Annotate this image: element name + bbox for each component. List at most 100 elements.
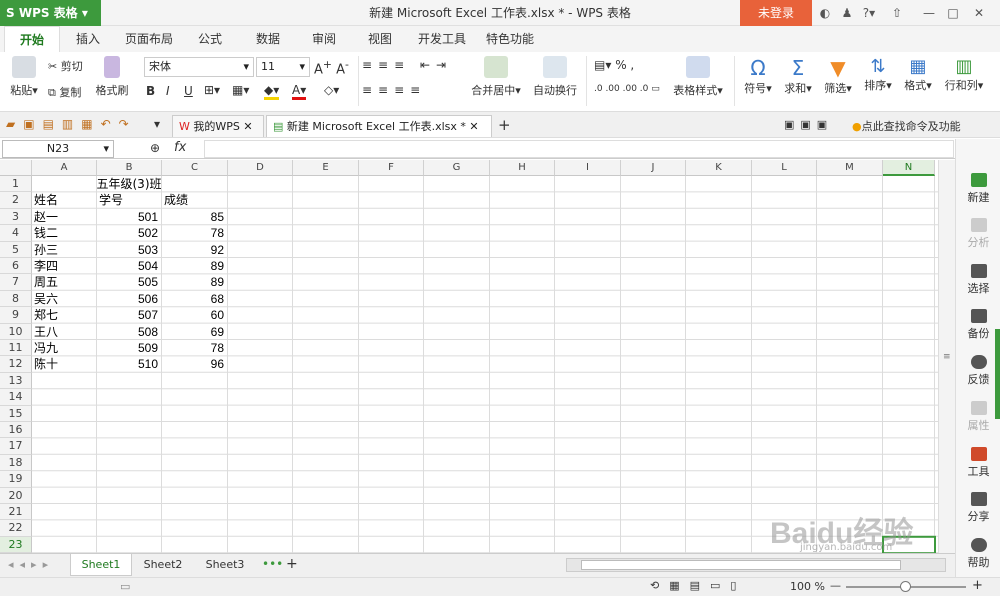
col-header-F[interactable]: F <box>359 160 424 176</box>
panel-analyze[interactable]: 分析 <box>956 218 1000 250</box>
zoom-in-button[interactable]: + <box>972 578 983 593</box>
cell-header-1[interactable]: 姓名 <box>34 192 96 208</box>
panel-share[interactable]: 分享 <box>956 492 1000 524</box>
table-cell[interactable]: 吴六 <box>34 291 96 307</box>
merge-center-button[interactable]: 合并居中▾ <box>466 56 526 98</box>
sheet-tab-1[interactable]: Sheet1 <box>70 554 132 576</box>
format-button[interactable]: ▦ 格式▾ <box>900 56 936 93</box>
bold-button[interactable]: B <box>146 84 155 98</box>
more-chevron-icon[interactable]: ▾ <box>154 117 160 131</box>
col-header-L[interactable]: L <box>752 160 817 176</box>
fill-color-icon[interactable]: ◆▾ <box>264 83 280 100</box>
table-cell[interactable]: 69 <box>164 324 227 340</box>
row-header-6[interactable]: 6 <box>0 258 32 275</box>
number-format-icon[interactable]: ▤▾ % , <box>594 58 634 72</box>
spreadsheet-grid[interactable]: ABCDEFGHIJKLMN 1 2 3 4 5 6 7 8 9 10 11 12 13 14 15 16 17… <box>0 160 938 553</box>
vertical-scrollbar[interactable]: ≡ <box>938 160 955 553</box>
col-header-B[interactable]: B <box>97 160 162 176</box>
clear-icon[interactable]: ◇▾ <box>324 83 339 97</box>
table-cell[interactable]: 92 <box>164 242 227 258</box>
table-cell[interactable]: 507 <box>99 307 161 323</box>
table-cell[interactable]: 508 <box>99 324 161 340</box>
col-header-A[interactable]: A <box>32 160 97 176</box>
table-cell[interactable]: 陈十 <box>34 356 96 372</box>
filter-button[interactable]: ▼ 筛选▾ <box>820 56 856 96</box>
tab-home[interactable]: 开始 <box>4 26 60 52</box>
table-cell[interactable]: 89 <box>164 274 227 290</box>
tab-data[interactable]: 数据 <box>248 26 288 52</box>
quick-access-icons[interactable]: ▰▣▤▥▦↶↷ <box>6 117 137 131</box>
macro-icon[interactable]: ▭ <box>120 580 130 593</box>
table-cell[interactable]: 钱二 <box>34 225 96 241</box>
table-cell[interactable]: 504 <box>99 258 161 274</box>
row-header-20[interactable]: 20 <box>0 487 32 504</box>
table-cell[interactable]: 周五 <box>34 274 96 290</box>
table-cell[interactable]: 60 <box>164 307 227 323</box>
table-cell[interactable]: 王八 <box>34 324 96 340</box>
paste-button[interactable]: 粘贴▾ <box>6 56 42 98</box>
row-header-23[interactable]: 23 <box>0 536 32 553</box>
col-header-D[interactable]: D <box>228 160 293 176</box>
tab-view[interactable]: 视图 <box>360 26 400 52</box>
panel-backup[interactable]: 备份 <box>956 309 1000 341</box>
horizontal-scroll-thumb[interactable] <box>581 560 901 570</box>
row-header-4[interactable]: 4 <box>0 225 32 242</box>
skin-icon[interactable]: ◐ <box>814 3 836 23</box>
table-cell[interactable]: 510 <box>99 356 161 372</box>
symbol-button[interactable]: Ω 符号▾ <box>740 56 776 96</box>
col-header-C[interactable]: C <box>162 160 228 176</box>
tab-page-layout[interactable]: 页面布局 <box>118 26 180 52</box>
row-header-18[interactable]: 18 <box>0 454 32 472</box>
row-header-9[interactable]: 9 <box>0 307 32 324</box>
find-command[interactable]: ●点此查找命令及功能 <box>852 118 961 134</box>
doc-tab-workbook[interactable]: ▤ 新建 Microsoft Excel 工作表.xlsx * ✕ <box>266 115 492 137</box>
sheet-tab-2[interactable]: Sheet2 <box>134 554 192 576</box>
row-header-16[interactable]: 16 <box>0 422 32 439</box>
col-header-J[interactable]: J <box>621 160 686 176</box>
table-cell[interactable]: 李四 <box>34 258 96 274</box>
tab-features[interactable]: 特色功能 <box>480 26 540 52</box>
panel-properties[interactable]: 属性 <box>956 401 1000 433</box>
decimal-icons[interactable]: .0 .00 .00 .0 ▭ <box>594 84 660 94</box>
fill-pattern-icon[interactable]: ▦▾ <box>232 83 249 97</box>
col-header-M[interactable]: M <box>817 160 883 176</box>
row-header-21[interactable]: 21 <box>0 504 32 521</box>
select-all-corner[interactable] <box>0 160 32 176</box>
indent-icons[interactable]: ⇤⇥ <box>420 58 452 72</box>
row-header-8[interactable]: 8 <box>0 290 32 308</box>
formula-input[interactable] <box>204 140 954 158</box>
row-header-14[interactable]: 14 <box>0 389 32 406</box>
tab-review[interactable]: 审阅 <box>304 26 344 52</box>
copy-button[interactable]: ⧉ 复制 <box>48 84 81 100</box>
row-header-22[interactable]: 22 <box>0 520 32 537</box>
row-header-17[interactable]: 17 <box>0 438 32 455</box>
col-header-I[interactable]: I <box>555 160 621 176</box>
more-sheets-icon[interactable]: ••• <box>262 557 283 571</box>
fx-button[interactable]: fx <box>174 140 186 155</box>
font-grow-icon[interactable]: A+ A- <box>314 58 349 77</box>
row-header-15[interactable]: 15 <box>0 405 32 422</box>
table-cell[interactable]: 96 <box>164 356 227 372</box>
table-cell[interactable]: 78 <box>164 340 227 356</box>
row-header-2[interactable]: 2 <box>0 192 32 209</box>
table-cell[interactable]: 509 <box>99 340 161 356</box>
row-header-5[interactable]: 5 <box>0 241 32 258</box>
table-style-button[interactable]: 表格样式▾ <box>670 56 726 98</box>
row-header-10[interactable]: 10 <box>0 323 32 340</box>
table-cell[interactable]: 85 <box>164 209 227 225</box>
zoom-thumb[interactable] <box>900 581 911 592</box>
table-cell[interactable]: 郑七 <box>34 307 96 323</box>
table-cell[interactable]: 501 <box>99 209 161 225</box>
panel-feedback[interactable]: 反馈 <box>956 355 1000 387</box>
tab-formula[interactable]: 公式 <box>190 26 230 52</box>
close-icon[interactable]: ✕ <box>968 3 990 23</box>
panel-new[interactable]: 新建 <box>956 173 1000 205</box>
align-left-icons[interactable]: ≡≡≡≡ <box>362 83 426 97</box>
align-top-icons[interactable]: ≡≡≡ <box>362 58 410 72</box>
row-header-3[interactable]: 3 <box>0 208 32 226</box>
zoom-search-icon[interactable]: ⊕ <box>150 141 160 155</box>
new-tab-button[interactable]: + <box>498 116 511 134</box>
row-header-11[interactable]: 11 <box>0 340 32 357</box>
col-header-K[interactable]: K <box>686 160 752 176</box>
col-header-E[interactable]: E <box>293 160 359 176</box>
